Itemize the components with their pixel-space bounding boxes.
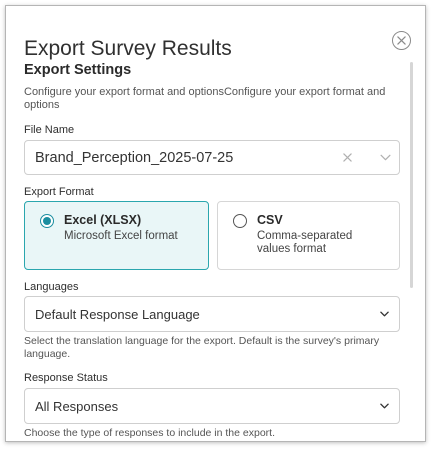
response-status-help-text: Choose the type of responses to include … <box>24 427 275 439</box>
radio-csv[interactable] <box>233 214 247 228</box>
file-name-value[interactable]: Brand_Perception_2025-07-25 <box>25 150 337 166</box>
file-name-field[interactable]: Brand_Perception_2025-07-25 <box>24 140 400 175</box>
languages-help-text: Select the translation language for the … <box>24 335 380 360</box>
languages-label: Languages <box>24 281 79 293</box>
response-status-label: Response Status <box>24 372 108 384</box>
response-status-value[interactable]: All Responses <box>25 399 369 414</box>
format-option-csv[interactable]: CSV Comma-separated values format <box>217 201 400 270</box>
file-name-label: File Name <box>24 124 75 136</box>
languages-dropdown-button[interactable] <box>369 311 399 317</box>
close-icon <box>397 36 406 45</box>
clear-button[interactable] <box>337 153 357 162</box>
format-option-csv-name: CSV <box>257 213 283 227</box>
clear-icon <box>342 153 352 162</box>
section-title: Export Settings <box>24 62 132 78</box>
response-status-dropdown-button[interactable] <box>369 403 399 409</box>
dialog-title: Export Survey Results <box>24 37 232 60</box>
response-status-select[interactable]: All Responses <box>24 388 400 424</box>
radio-excel[interactable] <box>40 214 54 228</box>
section-description: Configure your export format and options… <box>24 86 386 111</box>
close-button[interactable] <box>392 31 411 50</box>
chevron-down-icon <box>380 154 390 161</box>
chevron-down-icon <box>379 403 389 409</box>
export-format-label: Export Format <box>24 186 94 198</box>
format-option-excel-name: Excel (XLSX) <box>64 213 142 227</box>
export-dialog: Export Survey Results Export Settings Co… <box>5 5 426 442</box>
file-name-dropdown-button[interactable] <box>371 154 399 161</box>
languages-value[interactable]: Default Response Language <box>25 307 369 322</box>
scrollbar[interactable] <box>410 62 413 288</box>
chevron-down-icon <box>379 311 389 317</box>
format-option-csv-description: Comma-separated values format <box>257 230 353 255</box>
format-option-excel[interactable]: Excel (XLSX) Microsoft Excel format <box>24 201 209 270</box>
format-option-excel-description: Microsoft Excel format <box>64 230 178 242</box>
radio-dot <box>43 217 51 225</box>
languages-select[interactable]: Default Response Language <box>24 296 400 332</box>
